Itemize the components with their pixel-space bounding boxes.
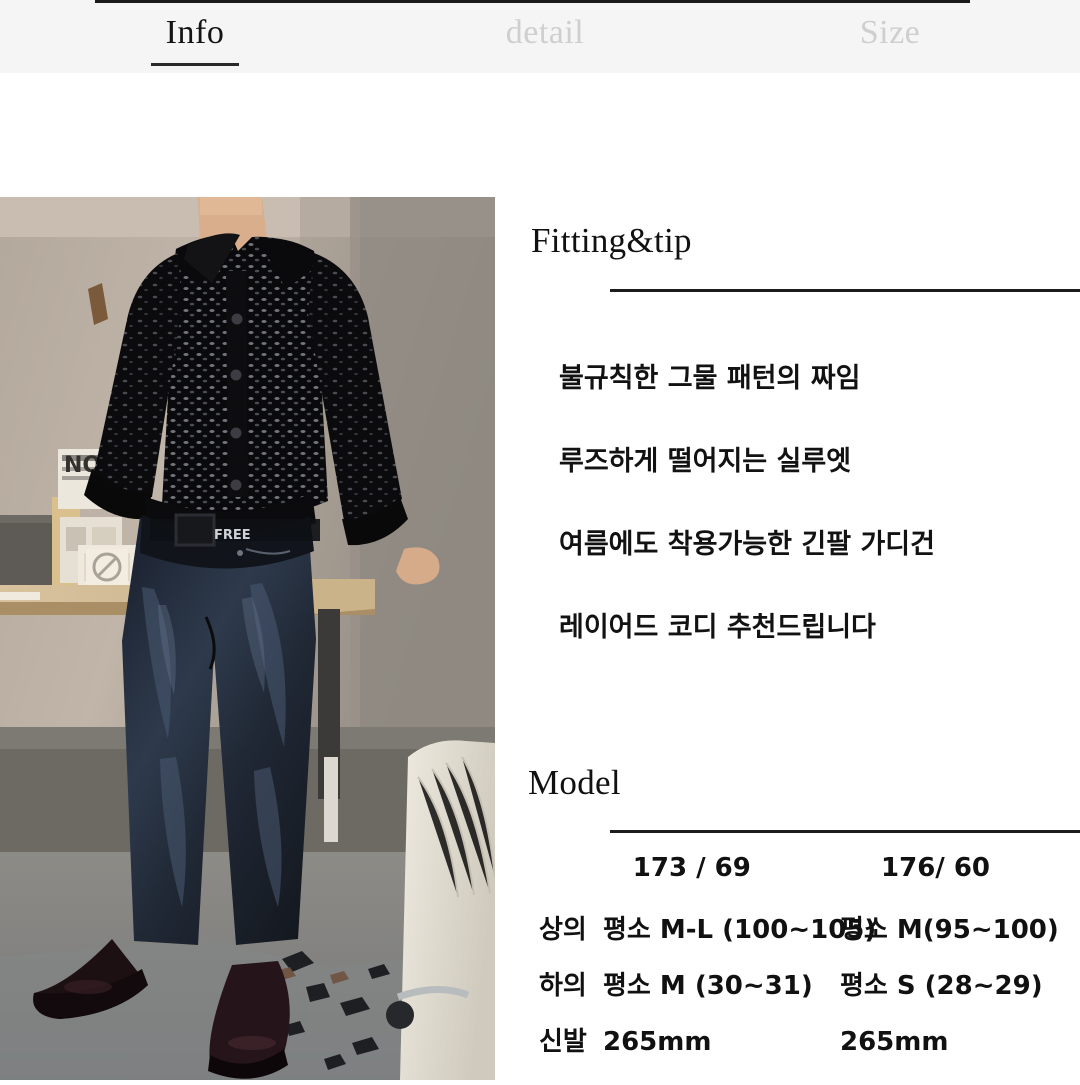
model-table: 173 / 69 176/ 60 상의 평소 M-L (100~105) 평소 … [495,855,1080,1085]
svg-text:FREE: FREE [214,528,251,543]
fitting-tip-list: 불규칙한 그물 패턴의 짜임 루즈하게 떨어지는 실루엣 여름에도 착용가능한 … [559,365,1079,641]
tab-size-label: Size [859,13,921,51]
info-column: Fitting&tip 불규칙한 그물 패턴의 짜임 루즈하게 떨어지는 실루엣… [495,73,1080,1080]
fitting-tip-divider [610,289,1080,292]
fitting-tip-line: 루즈하게 떨어지는 실루엣 [559,446,852,477]
row-value-a: 평소 M (30~31) [603,971,813,1001]
info-panel: NO FREE Fitting&tip 불규칙한 그물 패턴의 짜임 루즈하게 … [0,73,1080,1080]
tab-bar: Info detail Size [0,0,1080,73]
fitting-tip-line: 여름에도 착용가능한 긴팔 가디건 [559,529,935,560]
model-heading: Model [528,763,621,802]
row-label: 신발 [539,1027,587,1057]
tab-size[interactable]: Size [700,8,1080,66]
table-row: 신발 265mm 265mm [495,1029,1080,1085]
row-value-a: 265mm [603,1027,712,1057]
row-value-b: 평소 S (28~29) [840,971,1043,1001]
tab-size-indicator [846,63,934,66]
table-row: 하의 평소 M (30~31) 평소 S (28~29) [495,973,1080,1029]
fitting-tip-heading: Fitting&tip [531,221,692,260]
tab-list: Info detail Size [0,0,1080,73]
product-photo: NO FREE [0,197,495,1080]
row-value-b: 265mm [840,1027,949,1057]
tab-active-indicator [151,62,239,66]
tab-info-label: Info [165,13,225,51]
table-header-row: 173 / 69 176/ 60 [495,855,1080,917]
product-photo-image: NO FREE [0,197,495,1080]
tab-info[interactable]: Info [0,8,390,66]
fitting-tip-line: 불규칙한 그물 패턴의 짜임 [559,363,861,394]
row-label: 하의 [539,971,587,1001]
tab-detail-label: detail [505,13,585,51]
model-column-b-header: 176/ 60 [881,853,991,883]
table-row: 상의 평소 M-L (100~105) 평소 M(95~100) [495,917,1080,973]
row-label: 상의 [539,915,587,945]
model-divider [610,830,1080,833]
model-column-a-header: 173 / 69 [632,853,751,883]
row-value-b: 평소 M(95~100) [840,915,1059,945]
fitting-tip-line: 레이어드 코디 추천드립니다 [559,612,876,643]
tab-detail[interactable]: detail [390,8,700,66]
row-value-a: 평소 M-L (100~105) [603,915,877,945]
tab-detail-indicator [501,63,589,66]
